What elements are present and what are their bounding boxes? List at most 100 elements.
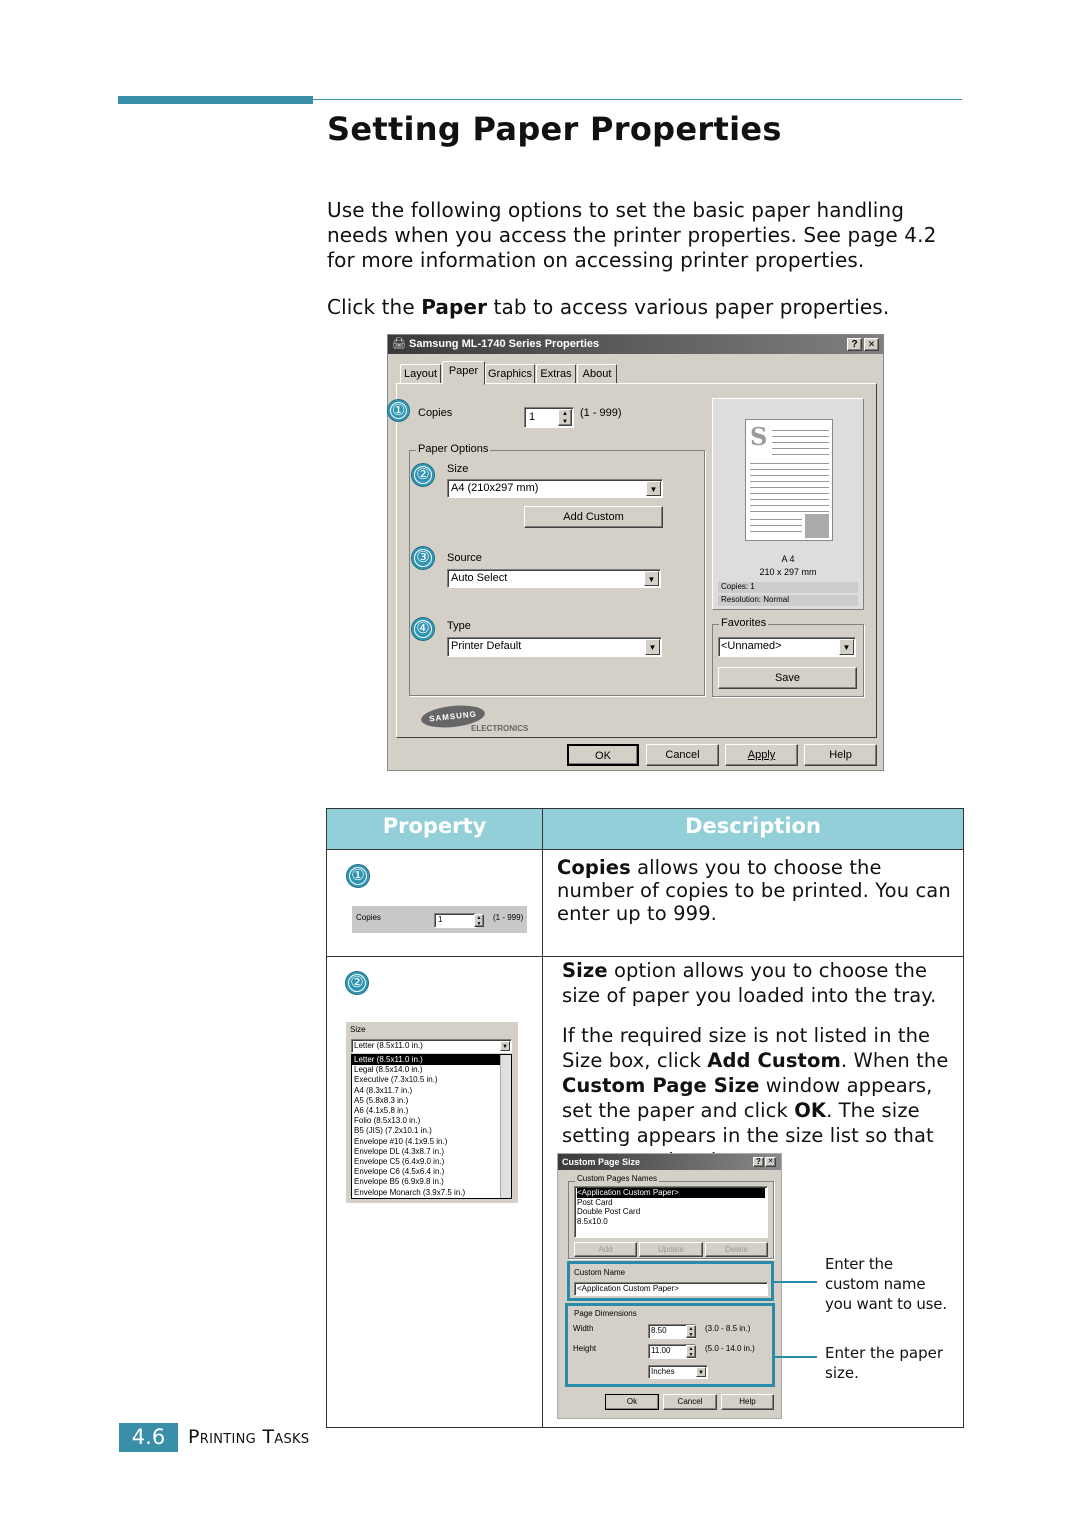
marker-2: ②: [345, 971, 369, 995]
title-bar: 🖨 Samsung ML-1740 Series Properties ? ✕: [388, 335, 883, 354]
intro-paragraph: Use the following options to set the bas…: [327, 198, 937, 272]
height-range: (5.0 - 14.0 in.): [705, 1344, 755, 1353]
copies-label: Copies: [418, 407, 453, 419]
custom-name-input[interactable]: <Application Custom Paper>: [574, 1282, 768, 1296]
chevron-down-icon[interactable]: ▼: [646, 481, 661, 496]
help-title-button[interactable]: ?: [753, 1157, 764, 1167]
list-item[interactable]: 8.5x10.0: [577, 1217, 765, 1227]
size-option[interactable]: Envelope C6 (4.5x6.4 in.): [352, 1167, 511, 1177]
help-title-button[interactable]: ?: [847, 338, 862, 351]
source-value: Auto Select: [451, 572, 508, 584]
text-lines: [772, 425, 829, 455]
text: Click the: [327, 295, 422, 319]
ok-button[interactable]: Ok: [605, 1394, 659, 1410]
cancel-button[interactable]: Cancel: [663, 1394, 717, 1410]
size-select[interactable]: A4 (210x297 mm) ▼: [447, 479, 663, 498]
width-stepper[interactable]: ▲ ▼: [686, 1325, 696, 1338]
copies-input[interactable]: 1: [434, 913, 476, 928]
preview-copies: Copies: 1: [718, 582, 858, 593]
custom-pages-list[interactable]: <Application Custom Paper> Post Card Dou…: [574, 1186, 768, 1238]
chapter-badge: 4.6: [119, 1423, 178, 1452]
tab-extras[interactable]: Extras: [536, 364, 576, 384]
preview-resolution: Resolution: Normal: [718, 595, 858, 606]
size-select[interactable]: Letter (8.5x11.0 in.) ▼: [351, 1039, 512, 1053]
help-button[interactable]: Help: [721, 1394, 774, 1410]
copies-description: Copies allows you to choose the number o…: [557, 856, 957, 925]
copies-label: Copies: [356, 913, 381, 922]
size-label: Size: [447, 463, 469, 475]
units-select[interactable]: Inches ▼: [648, 1365, 708, 1379]
tab-graphics[interactable]: Graphics: [485, 364, 535, 384]
size-value: Letter (8.5x11.0 in.): [354, 1041, 423, 1050]
text-bold: OK: [794, 1099, 827, 1122]
size-option[interactable]: Folio (8.5x13.0 in.): [352, 1116, 511, 1126]
section-title: Printing Tasks: [188, 1426, 310, 1448]
chevron-down-icon[interactable]: ▼: [696, 1367, 706, 1377]
size-option[interactable]: B5 (JIS) (7.2x10.1 in.): [352, 1126, 511, 1136]
size-option[interactable]: A5 (5.8x8.3 in.): [352, 1096, 511, 1106]
update-button[interactable]: Update: [639, 1242, 703, 1257]
type-label: Type: [447, 620, 471, 632]
list-item-selected[interactable]: <Application Custom Paper>: [577, 1188, 765, 1198]
ok-button[interactable]: OK: [567, 744, 639, 766]
help-button[interactable]: Help: [804, 744, 877, 766]
row-divider: [326, 956, 964, 957]
type-select[interactable]: Printer Default ▼: [447, 637, 662, 657]
size-option[interactable]: Executive (7.3x10.5 in.): [352, 1075, 511, 1085]
paper-options-label: Paper Options: [416, 443, 491, 455]
source-select[interactable]: Auto Select ▼: [447, 569, 661, 588]
preview-dims: 210 x 297 mm: [759, 567, 817, 577]
list-item[interactable]: Post Card: [577, 1198, 765, 1208]
size-option[interactable]: Legal (8.5x14.0 in.): [352, 1065, 511, 1075]
chevron-down-icon[interactable]: ▼: [644, 571, 659, 586]
tab-about[interactable]: About: [577, 364, 617, 384]
dialog-title: Custom Page Size: [562, 1157, 641, 1167]
size-option-selected[interactable]: Letter (8.5x11.0 in.): [352, 1055, 511, 1066]
chevron-down-icon[interactable]: ▼: [500, 1041, 510, 1051]
size-option[interactable]: A4 (8.3x11.7 in.): [352, 1086, 511, 1096]
chevron-down-icon[interactable]: ▼: [645, 639, 660, 655]
close-icon[interactable]: ✕: [765, 1157, 776, 1167]
page-title: Setting Paper Properties: [327, 110, 782, 148]
copies-stepper[interactable]: ▲ ▼: [474, 914, 484, 927]
text-lines: [750, 458, 829, 513]
copies-stepper[interactable]: ▲ ▼: [558, 409, 572, 426]
apply-button[interactable]: Apply: [725, 744, 798, 766]
text: tab to access various paper properties.: [487, 295, 890, 319]
callout-line-1: [772, 1281, 817, 1283]
size-dropdown-list[interactable]: Letter (8.5x11.0 in.) Legal (8.5x14.0 in.…: [351, 1054, 512, 1199]
preview-panel: S A 4 210 x 297 mm Copies: 1 Resolution:…: [712, 398, 864, 610]
callout-line-2: [772, 1356, 817, 1358]
tab-layout[interactable]: Layout: [400, 364, 441, 384]
size-value: A4 (210x297 mm): [451, 482, 539, 494]
close-icon[interactable]: ✕: [864, 338, 879, 351]
height-stepper[interactable]: ▲ ▼: [686, 1345, 696, 1358]
size-option[interactable]: Envelope B5 (6.9x9.8 in.): [352, 1177, 511, 1187]
copies-range: (1 - 999): [493, 913, 524, 922]
size-option[interactable]: Envelope Monarch (3.9x7.5 in.): [352, 1188, 511, 1198]
tab-paper[interactable]: Paper: [442, 361, 485, 385]
favorites-select[interactable]: <Unnamed> ▼: [718, 637, 856, 657]
size-label: Size: [350, 1025, 366, 1034]
size-description: Size option allows you to choose the siz…: [562, 958, 957, 1173]
width-label: Width: [573, 1324, 594, 1333]
height-label: Height: [573, 1344, 597, 1353]
callout-custom-name: Enter the custom name you want to use.: [825, 1255, 947, 1313]
size-option[interactable]: Envelope #10 (4.1x9.5 in.): [352, 1137, 511, 1147]
table-header-property: Property: [327, 809, 542, 849]
custom-name-label: Custom Name: [574, 1268, 626, 1277]
delete-button[interactable]: Delete: [705, 1242, 768, 1257]
size-option[interactable]: Envelope DL (4.3x8.7 in.): [352, 1147, 511, 1157]
add-custom-button[interactable]: Add Custom: [524, 506, 663, 528]
table-header-description: Description: [543, 809, 963, 849]
save-button[interactable]: Save: [718, 667, 857, 689]
scrollbar[interactable]: [500, 1055, 511, 1198]
marker-1: ①: [387, 399, 410, 422]
list-item[interactable]: Double Post Card: [577, 1207, 765, 1217]
size-option[interactable]: Envelope C5 (6.4x9.0 in.): [352, 1157, 511, 1167]
add-button[interactable]: Add: [574, 1242, 637, 1257]
text-bold: Paper: [421, 295, 488, 319]
chevron-down-icon[interactable]: ▼: [839, 639, 854, 655]
cancel-button[interactable]: Cancel: [646, 744, 719, 766]
size-option[interactable]: A6 (4.1x5.8 in.): [352, 1106, 511, 1116]
